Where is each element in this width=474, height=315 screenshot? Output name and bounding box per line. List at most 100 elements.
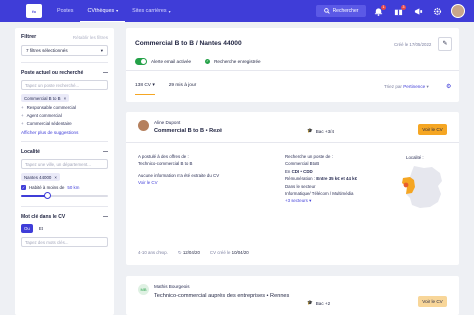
- nav-cvtheques[interactable]: CVthèques ▾: [80, 0, 126, 22]
- search-button[interactable]: Rechercher: [316, 5, 366, 17]
- tab-all-cv[interactable]: 138 CV ▾: [135, 83, 155, 95]
- suggestion-item[interactable]: + Commercial sédentaire: [21, 121, 108, 126]
- email-alert-label: Alerte email activée: [151, 59, 192, 64]
- tab-all-cv-label: 138 CV: [135, 83, 151, 88]
- poste-section-title: Poste actuel ou recherché: [21, 70, 84, 76]
- poste-input-placeholder: Tapez un poste recherché...: [25, 82, 80, 88]
- localite-section-header[interactable]: Localité —: [21, 149, 108, 155]
- candidate-card[interactable]: Aline Dupont Commercial B to B • Rezé 🎓 …: [126, 112, 459, 265]
- megaphone-icon[interactable]: [414, 7, 423, 16]
- app-logo[interactable]: fo: [26, 4, 42, 18]
- gear-icon[interactable]: [433, 7, 442, 16]
- view-cv-button[interactable]: Voir le CV: [418, 124, 447, 135]
- chevron-down-icon: ▾: [152, 83, 155, 88]
- display-settings-icon[interactable]: ⚙: [446, 83, 451, 90]
- chevron-down-icon: ▾: [168, 8, 171, 14]
- applied-value: Technico-commercial B to B: [138, 161, 193, 167]
- operator-ou[interactable]: Ou: [21, 224, 33, 233]
- chevron-down-icon: ▾: [116, 8, 119, 13]
- suggestion-label: Commercial sédentaire: [26, 121, 72, 126]
- poste-chip: Commercial B to B ×: [21, 94, 70, 102]
- suggestion-item[interactable]: + Responsable commercial: [21, 105, 108, 110]
- education-label: Bac +2: [315, 300, 331, 306]
- chevron-down-icon: ▾: [426, 84, 429, 89]
- see-cv-link[interactable]: Voir le CV: [138, 179, 278, 186]
- check-circle-icon: ✓: [205, 59, 211, 64]
- divider: [21, 62, 108, 63]
- notification-badge: 1: [381, 5, 386, 10]
- education-level: 🎓 Bac +2: [307, 300, 330, 306]
- filter-title: Filtrer: [21, 34, 37, 40]
- checkbox-checked-icon[interactable]: ✓: [21, 185, 26, 190]
- cv-created-date: 10/04/20: [231, 250, 249, 255]
- candidate-job[interactable]: Commercial B to B • Rezé: [154, 128, 222, 134]
- education-label: Bac +3/4: [315, 128, 334, 134]
- chevron-down-icon: ▾: [309, 198, 312, 204]
- nav-postes-label: Postes: [57, 8, 74, 14]
- radius-label: Habité à moins de: [29, 185, 65, 190]
- divider: [21, 141, 108, 142]
- radius-value: 50 km: [67, 185, 80, 190]
- created-date: Créé le 17/05/2022: [394, 42, 432, 47]
- localite-search-input[interactable]: Tapez une ville, un département...: [21, 159, 108, 169]
- refresh-icon: ↻: [177, 250, 182, 255]
- poste-search-input[interactable]: Tapez un poste recherché...: [21, 80, 108, 90]
- view-cv-button[interactable]: Voir le CV: [418, 296, 447, 307]
- plus-icon: +: [21, 121, 24, 126]
- bell-icon[interactable]: 1: [374, 5, 386, 16]
- filter-sidebar: Filtrer Rétablir les filtres 7 filtres s…: [15, 28, 114, 315]
- updated-row: ↻ 12/04/20: [178, 250, 200, 256]
- localite-section-title: Localité: [21, 149, 40, 155]
- candidate-card[interactable]: MB Mathis Bourgeois Technico-commercial …: [126, 276, 459, 315]
- graduation-cap-icon: 🎓: [307, 128, 313, 133]
- application-info: A postulé à des offres de : Technico-com…: [138, 153, 278, 187]
- keyword-input[interactable]: Tapez des mots clés...: [21, 237, 108, 247]
- card-footer: 4-10 ans d'exp. ↻ 12/04/20 CV créé le 10…: [138, 250, 249, 256]
- suggestion-label: Responsable commercial: [26, 105, 76, 110]
- candidate-initials-avatar: MB: [138, 284, 149, 295]
- selected-filters-dropdown[interactable]: 7 filtres sélectionnés ▾: [21, 45, 108, 56]
- candidate-job[interactable]: Technico-commercial auprès des entrepris…: [154, 292, 304, 300]
- operator-et[interactable]: Et: [36, 224, 46, 233]
- sort-dropdown[interactable]: Triez par Pertinence ▾: [384, 84, 429, 90]
- cv-created-label: CV créé le: [209, 250, 231, 255]
- radius-slider[interactable]: [21, 192, 108, 199]
- radius-slider-handle[interactable]: [43, 192, 51, 199]
- chevron-down-icon: ▾: [100, 47, 103, 53]
- poste-section-header[interactable]: Poste actuel ou recherché —: [21, 70, 108, 76]
- locality-label: Localité :: [406, 155, 424, 160]
- collapse-icon: —: [103, 214, 108, 220]
- motcle-section-header[interactable]: Mot clé dans le CV —: [21, 214, 108, 220]
- experience-label: 4-10 ans d'exp.: [138, 250, 168, 255]
- nav-postes[interactable]: Postes: [50, 0, 80, 22]
- gift-icon[interactable]: 3: [394, 5, 406, 16]
- nav-cvtheques-label: CVthèques: [87, 7, 115, 14]
- email-alert-toggle[interactable]: [135, 58, 147, 65]
- close-icon[interactable]: ×: [64, 96, 67, 101]
- divider: [21, 206, 108, 207]
- nav-sites-carrieres[interactable]: Sites carrières ▾: [125, 0, 177, 22]
- main-nav: Postes CVthèques ▾ Sites carrières ▾: [50, 0, 178, 22]
- keyword-input-placeholder: Tapez des mots clés...: [25, 239, 69, 245]
- salary-label: Rémunération :: [285, 176, 316, 182]
- close-icon[interactable]: ×: [54, 175, 57, 180]
- more-sectors-link[interactable]: +3 secteurs ▾: [285, 197, 393, 204]
- contract-label: En: [285, 168, 291, 174]
- tab-updated[interactable]: 29 mis à jour: [169, 83, 196, 95]
- suggestion-item[interactable]: + Agent commercial: [21, 113, 108, 118]
- message-badge: 3: [401, 5, 406, 10]
- results-tabs: 138 CV ▾ 29 mis à jour: [135, 83, 196, 95]
- more-suggestions-link[interactable]: Afficher plus de suggestions: [21, 130, 108, 135]
- saved-search-label: Recherche enregistrée: [214, 59, 261, 64]
- edit-search-button[interactable]: ✎: [438, 37, 452, 51]
- localite-chip: Nantes 44000 ×: [21, 173, 60, 181]
- candidate-avatar: [138, 120, 149, 131]
- search-header-panel: Commercial B to B / Nantes 44000 Créé le…: [126, 28, 459, 102]
- plus-icon: +: [21, 105, 24, 110]
- radius-checkbox-row[interactable]: ✓ Habité à moins de 50 km: [21, 185, 108, 190]
- reset-filters-link[interactable]: Rétablir les filtres: [73, 35, 108, 40]
- page-title: Commercial B to B / Nantes 44000: [135, 40, 242, 47]
- user-avatar[interactable]: [451, 4, 465, 18]
- search-preferences: Recherche un poste de : Commercial BtoB …: [285, 153, 393, 205]
- keyword-operator-toggle: Ou Et: [21, 224, 108, 233]
